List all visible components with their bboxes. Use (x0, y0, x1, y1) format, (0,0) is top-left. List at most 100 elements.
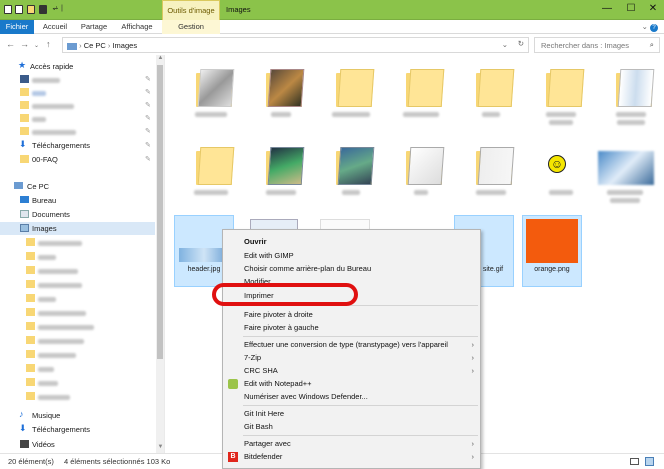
tab-share[interactable]: Partage (76, 20, 112, 34)
sidebar-item-blurred[interactable] (0, 264, 155, 277)
menu-item-convert[interactable]: Effectuer une conversion de type (transt… (223, 338, 480, 351)
maximize-icon[interactable]: ☐ (624, 2, 638, 16)
pin-icon[interactable]: ✎ (145, 86, 151, 99)
sidebar-item-images[interactable]: Images (0, 222, 155, 235)
menu-item-bitdefender[interactable]: B Bitdefender › (223, 450, 480, 463)
sidebar-item-blurred[interactable] (0, 348, 155, 361)
menu-item-share-with[interactable]: Partager avec › (223, 437, 480, 450)
file-tile[interactable] (252, 61, 312, 133)
sidebar-item-blurred[interactable] (0, 292, 155, 305)
search-input[interactable]: Rechercher dans : Images ⌕ (534, 37, 660, 53)
tab-view[interactable]: Affichage (114, 20, 160, 34)
scroll-up-icon[interactable]: ▲ (156, 55, 164, 64)
sidebar-item-music[interactable]: ♪ Musique (0, 409, 155, 422)
menu-item-git-bash[interactable]: Git Bash (223, 420, 480, 433)
pin-icon[interactable]: ✎ (145, 153, 151, 166)
sidebar-item-label: Ce PC (27, 182, 50, 191)
menu-item-git-init[interactable]: Git Init Here (223, 407, 480, 420)
sidebar-item-blurred[interactable]: ✎ (0, 73, 155, 86)
address-field[interactable]: › Ce PC › Images ⌄ ↻ (62, 37, 529, 53)
forward-icon[interactable]: → (20, 39, 29, 49)
video-icon (20, 440, 29, 448)
star-icon: ★ (18, 60, 27, 70)
sidebar-item-blurred[interactable] (0, 334, 155, 347)
folder-tile[interactable] (462, 61, 522, 133)
file-tile[interactable] (182, 61, 242, 133)
folder-tile[interactable] (182, 139, 242, 211)
recent-dropdown-icon[interactable]: ⌄ (34, 42, 39, 49)
scroll-down-icon[interactable]: ▼ (156, 444, 164, 453)
sidebar-item-this-pc[interactable]: Ce PC (0, 180, 155, 193)
close-icon[interactable]: ✕ (646, 2, 660, 16)
sidebar-item-blurred[interactable]: ✎ (0, 112, 155, 125)
sidebar-scrollbar-thumb[interactable] (157, 65, 163, 359)
file-tile[interactable] (602, 61, 662, 133)
up-icon[interactable]: ↑ (46, 39, 51, 49)
file-tile[interactable] (252, 139, 312, 211)
menu-item-edit-gimp[interactable]: Edit with GIMP (223, 249, 480, 262)
search-placeholder: Rechercher dans : Images (541, 41, 629, 50)
large-icons-view-icon[interactable] (645, 457, 654, 466)
image-tools-context-tab[interactable]: Outils d'image (162, 0, 220, 20)
menu-item-crc-sha[interactable]: CRC SHA › (223, 364, 480, 377)
tab-home[interactable]: Accueil (36, 20, 74, 34)
file-tile[interactable] (596, 139, 656, 211)
pin-icon[interactable]: ✎ (145, 112, 151, 125)
sidebar-item-quick-access[interactable]: ★ Accès rapide (0, 60, 155, 73)
menu-separator (243, 336, 478, 337)
properties-icon[interactable] (15, 5, 23, 14)
file-tile-orange-png[interactable]: orange.png (522, 215, 582, 287)
sidebar-item-videos[interactable]: Vidéos (0, 438, 155, 451)
sidebar-item-blurred[interactable]: ✎ (0, 86, 155, 99)
menu-item-rotate-right[interactable]: Faire pivoter à droite (223, 308, 480, 321)
pin-icon[interactable]: ✎ (145, 73, 151, 86)
tab-manage[interactable]: Gestion (162, 20, 220, 34)
quick-access-icon[interactable] (39, 5, 47, 14)
file-tile[interactable]: ☺ (532, 139, 592, 211)
breadcrumb-images[interactable]: Images (112, 41, 137, 50)
minimize-icon[interactable]: — (600, 2, 614, 16)
sidebar-item-blurred[interactable] (0, 250, 155, 263)
folder-tile[interactable] (392, 61, 452, 133)
sidebar-item-blurred[interactable] (0, 306, 155, 319)
sidebar-item-blurred[interactable] (0, 376, 155, 389)
sidebar-item-documents[interactable]: Documents (0, 208, 155, 221)
pin-icon[interactable]: ✎ (145, 139, 151, 152)
menu-item-set-wallpaper[interactable]: Choisir comme arrière-plan du Bureau (223, 262, 480, 275)
breadcrumb-ce-pc[interactable]: Ce PC (84, 41, 106, 50)
new-folder-icon[interactable] (27, 5, 35, 14)
menu-item-7zip[interactable]: 7-Zip › (223, 351, 480, 364)
menu-item-defender[interactable]: Numériser avec Windows Defender... (223, 390, 480, 403)
back-icon[interactable]: ← (6, 39, 15, 49)
pin-icon[interactable]: ✎ (145, 99, 151, 112)
menu-item-notepad[interactable]: Edit with Notepad++ (223, 377, 480, 390)
refresh-icon[interactable]: ↻ (518, 39, 524, 48)
menu-item-open[interactable]: Ouvrir (223, 235, 480, 248)
file-tile[interactable] (462, 139, 522, 211)
sidebar-item-blurred[interactable] (0, 362, 155, 375)
folder-tile[interactable] (532, 61, 592, 133)
details-view-icon[interactable] (630, 458, 639, 465)
sidebar-item-label: Bureau (32, 196, 57, 205)
sidebar-item-downloads-pc[interactable]: ⬇ Téléchargements (0, 423, 155, 436)
menu-item-rotate-left[interactable]: Faire pivoter à gauche (223, 321, 480, 334)
sidebar-item-blurred[interactable]: ✎ (0, 125, 155, 138)
pin-icon[interactable]: ✎ (145, 125, 151, 138)
file-tile[interactable] (392, 139, 452, 211)
sidebar-item-blurred[interactable] (0, 390, 155, 403)
sidebar-item-blurred[interactable] (0, 278, 155, 291)
address-dropdown-icon[interactable]: ⌄ (502, 40, 508, 49)
sidebar-item-blurred[interactable] (0, 236, 155, 249)
ribbon-expand-icon[interactable]: ⌄ ? (642, 22, 658, 32)
help-icon[interactable]: ? (650, 24, 658, 32)
tab-file[interactable]: Fichier (0, 20, 34, 34)
sidebar-item-desktop[interactable]: Bureau (0, 194, 155, 207)
sidebar-item-blurred[interactable]: ✎ (0, 99, 155, 112)
sidebar-item-faq[interactable]: 00-FAQ ✎ (0, 153, 155, 166)
sidebar-item-blurred[interactable] (0, 320, 155, 333)
folder-tile[interactable] (322, 61, 382, 133)
sidebar-item-downloads[interactable]: ⬇ Téléchargements ✎ (0, 139, 155, 152)
folder-icon (26, 392, 35, 400)
customize-toolbar-icon[interactable]: ⩫ (52, 4, 59, 13)
file-tile[interactable] (322, 139, 382, 211)
